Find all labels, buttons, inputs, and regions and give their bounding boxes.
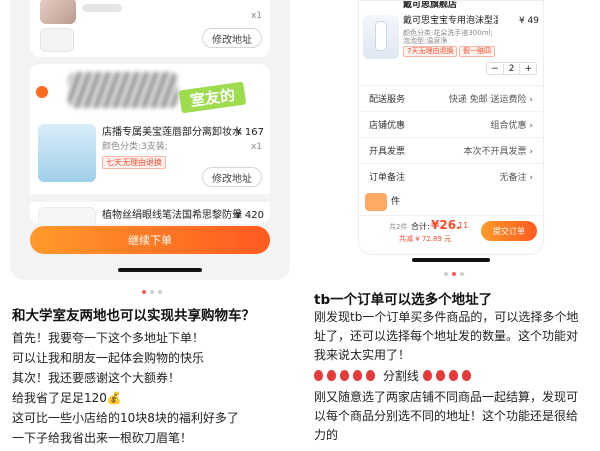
- row-label: 店铺优惠: [369, 121, 406, 131]
- left-phone-screenshot: x1 修改地址 室友的 店播专属美宝莲唇部分离卸妆水 ¥ 167 颜色分类:3支…: [10, 0, 290, 280]
- carousel-dots: [444, 272, 464, 276]
- carousel-dot[interactable]: [150, 290, 154, 294]
- total-amount-decimals: 11: [458, 221, 469, 230]
- caption-title: tb一个订单可以选多个地址了: [314, 292, 493, 308]
- return-policy-tag: 七天无理由退换: [102, 156, 166, 169]
- product-thumbnail-2: [40, 28, 74, 52]
- item-spec: 颜色分类:3支装;: [102, 142, 168, 152]
- redacted-shop-name: [68, 72, 178, 108]
- item-price: ¥ 167: [235, 127, 264, 138]
- caption-line: 可以让我和朋友一起体会购物的快乐: [12, 351, 205, 365]
- page: x1 修改地址 室友的 店播专属美宝莲唇部分离卸妆水 ¥ 167 颜色分类:3支…: [0, 0, 600, 451]
- balloon-icon: [327, 370, 336, 381]
- quantity-stepper[interactable]: − 2 +: [486, 62, 537, 75]
- total-amount: ¥26.: [431, 218, 461, 232]
- row-value: 无备注 ›: [499, 173, 533, 183]
- discount-amount: 共减 ¥ 72.89 元: [399, 235, 452, 243]
- carousel-dot-active[interactable]: [452, 272, 456, 276]
- row-value: 组合优惠 ›: [490, 121, 533, 131]
- product-title[interactable]: 戴可思宝宝专用泡沫型温和洗: [403, 15, 498, 27]
- item-title[interactable]: 植物丝绢眼线笔法国希思黎防晕: [102, 209, 242, 223]
- delivery-row[interactable]: 配送服务 快递 免邮 送运费险 ›: [359, 85, 543, 111]
- product-thumbnail-label: [82, 4, 122, 12]
- total-label: 合计:: [411, 222, 430, 231]
- balloon-icon: [422, 370, 432, 381]
- caption-line: 一下子给我省出来一根砍刀眉笔！: [12, 431, 193, 445]
- edit-address-button[interactable]: 修改地址: [202, 167, 262, 187]
- product-thumbnail: [363, 15, 399, 59]
- right-phone-screenshot: 戴可思旗舰店 戴可思宝宝专用泡沫型温和洗 ¥ 49 颜色分类:花朵洗手液300m…: [358, 0, 544, 255]
- roommate-sticker: 室友的: [178, 81, 247, 114]
- return-policy-tag: 7天无理由退换: [403, 46, 458, 57]
- divider: [30, 194, 270, 202]
- increment-button[interactable]: +: [520, 64, 536, 74]
- home-indicator: [118, 268, 202, 272]
- redacted-element: [365, 193, 387, 211]
- balloon-icon: [435, 370, 445, 381]
- caption-paragraph-1: 刚发现tb一个订单买多件商品的，可以选择多个地址了，还可以选择每个地址发的数量。…: [314, 310, 579, 362]
- row-label: 开具发票: [369, 147, 406, 157]
- divider-line: 分割线: [314, 368, 475, 385]
- caption-line: 给我省了足足120💰: [12, 391, 122, 405]
- item-title[interactable]: 店播专属美宝莲唇部分离卸妆水: [102, 126, 242, 140]
- divider-text: 分割线: [382, 369, 419, 383]
- shop-discount-row[interactable]: 店铺优惠 组合优惠 ›: [359, 111, 543, 137]
- caption-title: 和大学室友两地也可以实现共享购物车？: [12, 308, 255, 324]
- row-value: 本次不开具发票 ›: [463, 147, 533, 157]
- row-value: 快递 免邮 送运费险 ›: [448, 95, 533, 105]
- guarantee-tag: 假一赔四: [459, 46, 495, 57]
- balloon-icon: [340, 370, 349, 381]
- balloon-icon: [448, 370, 458, 381]
- balloon-icon: [314, 370, 323, 381]
- qty-label: x1: [250, 11, 262, 21]
- product-price: ¥ 49: [518, 16, 539, 26]
- product-spec-2: 泡泡型;温泉净: [403, 37, 448, 45]
- item-qty: x1: [250, 142, 262, 152]
- balloon-icon: [366, 370, 375, 381]
- shop-name[interactable]: 戴可思旗舰店: [403, 1, 457, 11]
- partial-label: 件: [391, 197, 401, 207]
- order-card-2: 室友的 店播专属美宝莲唇部分离卸妆水 ¥ 167 颜色分类:3支装; x1 七天…: [30, 64, 270, 237]
- edit-address-button[interactable]: 修改地址: [202, 28, 262, 48]
- decrement-button[interactable]: −: [487, 64, 503, 74]
- row-label: 订单备注: [369, 173, 406, 183]
- item-price: ¥ 420: [235, 210, 264, 221]
- quantity-value[interactable]: 2: [502, 63, 521, 74]
- row-label: 配送服务: [369, 95, 406, 105]
- order-footer: 共2件 合计: ¥26. 11 共减 ¥ 72.89 元 提交订单: [359, 215, 543, 245]
- caption-paragraph-2: 刚又随意选了两家店铺不同商品一起结算，发现可以每个商品分别选不同的地址！这个功能…: [314, 390, 579, 442]
- makeup-remover-thumbnail: [38, 124, 96, 182]
- product-thumbnail: [40, 0, 76, 24]
- carousel-dot[interactable]: [158, 290, 162, 294]
- caption-line: 这可比一些小店给的10块8块的福利好多了: [12, 411, 239, 425]
- carousel-dots: [142, 290, 162, 294]
- shop-icon: [36, 86, 48, 98]
- carousel-dot-active[interactable]: [142, 290, 146, 294]
- carousel-dot[interactable]: [444, 272, 448, 276]
- caption-line: 首先！我要夸一下这个多地址下单！: [12, 331, 205, 345]
- home-indicator: [412, 258, 490, 262]
- invoice-row[interactable]: 开具发票 本次不开具发票 ›: [359, 137, 543, 163]
- right-panel: 戴可思旗舰店 戴可思宝宝专用泡沫型温和洗 ¥ 49 颜色分类:花朵洗手液300m…: [300, 0, 600, 451]
- carousel-dot[interactable]: [460, 272, 464, 276]
- left-panel: x1 修改地址 室友的 店播专属美宝莲唇部分离卸妆水 ¥ 167 颜色分类:3支…: [0, 0, 300, 451]
- balloon-icon: [353, 370, 362, 381]
- continue-order-button[interactable]: 继续下单: [30, 226, 270, 254]
- order-card-1: x1 修改地址: [30, 0, 270, 57]
- balloon-icon: [461, 370, 471, 381]
- caption-line: 其次！我还要感谢这个大额券！: [12, 371, 181, 385]
- item-count: 共2件: [389, 223, 408, 231]
- submit-order-button[interactable]: 提交订单: [481, 221, 537, 241]
- order-note-row[interactable]: 订单备注 无备注 ›: [359, 163, 543, 189]
